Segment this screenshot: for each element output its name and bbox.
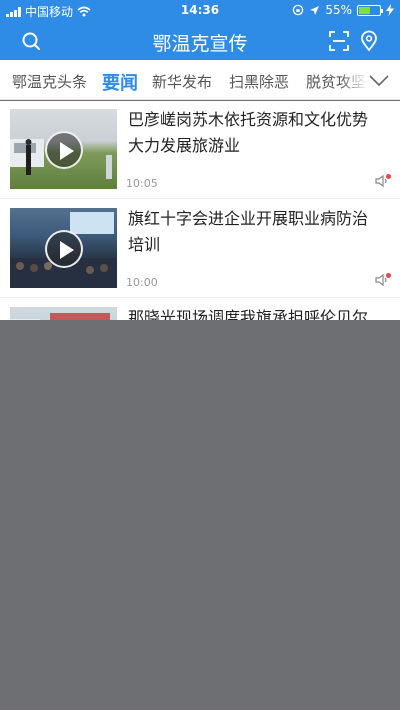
location-icon[interactable]	[358, 30, 380, 52]
news-thumbnail[interactable]	[10, 208, 117, 288]
battery-icon	[357, 4, 383, 16]
play-icon[interactable]	[45, 131, 83, 169]
tab-anti-crime[interactable]: 扫黑除恶	[229, 71, 289, 92]
news-title[interactable]: 那晓光现场调度我旗承担呼伦贝尔	[128, 305, 378, 320]
news-thumbnail[interactable]	[10, 307, 117, 320]
list-item[interactable]: 旗红十字会进企业开展职业病防治培训 10:00	[0, 200, 400, 298]
news-time: 10:00	[126, 276, 158, 289]
news-title[interactable]: 旗红十字会进企业开展职业病防治培训	[128, 206, 378, 258]
play-icon[interactable]	[45, 230, 83, 268]
battery-fill	[359, 6, 370, 14]
unread-dot	[374, 272, 391, 288]
list-item[interactable]: 巴彦嵯岗苏木依托资源和文化优势大力发展旅游业 10:05	[0, 101, 400, 199]
chevron-down-icon[interactable]	[368, 70, 390, 90]
news-thumbnail[interactable]	[10, 109, 117, 189]
tab-ewenke-headlines[interactable]: 鄂温克头条	[12, 71, 87, 92]
location-arrow-icon	[310, 5, 320, 15]
modal-overlay[interactable]	[0, 320, 400, 710]
scan-icon[interactable]	[328, 30, 350, 52]
status-bar: 中国移动 14:36 55%	[0, 0, 400, 22]
thumbnail-image	[10, 313, 110, 320]
list-item[interactable]: 那晓光现场调度我旗承担呼伦贝尔	[0, 299, 400, 320]
status-right: 55%	[292, 3, 394, 17]
news-title[interactable]: 巴彦嵯岗苏木依托资源和文化优势大力发展旅游业	[128, 107, 378, 159]
news-time: 10:05	[126, 177, 158, 190]
tab-xinhua-release[interactable]: 新华发布	[152, 71, 212, 92]
news-list: 巴彦嵯岗苏木依托资源和文化优势大力发展旅游业 10:05 旗红十字会进企业开展职…	[0, 101, 400, 320]
charging-icon	[386, 4, 394, 16]
app-header: 鄂温克宣传	[0, 22, 400, 60]
battery-percent: 55%	[325, 3, 352, 17]
category-tabs: 鄂温克头条 要闻 新华发布 扫黑除恶 脱贫攻坚	[0, 60, 400, 100]
unread-dot	[374, 173, 391, 189]
tab-important-news[interactable]: 要闻	[102, 69, 138, 95]
orientation-lock-icon	[293, 4, 304, 16]
